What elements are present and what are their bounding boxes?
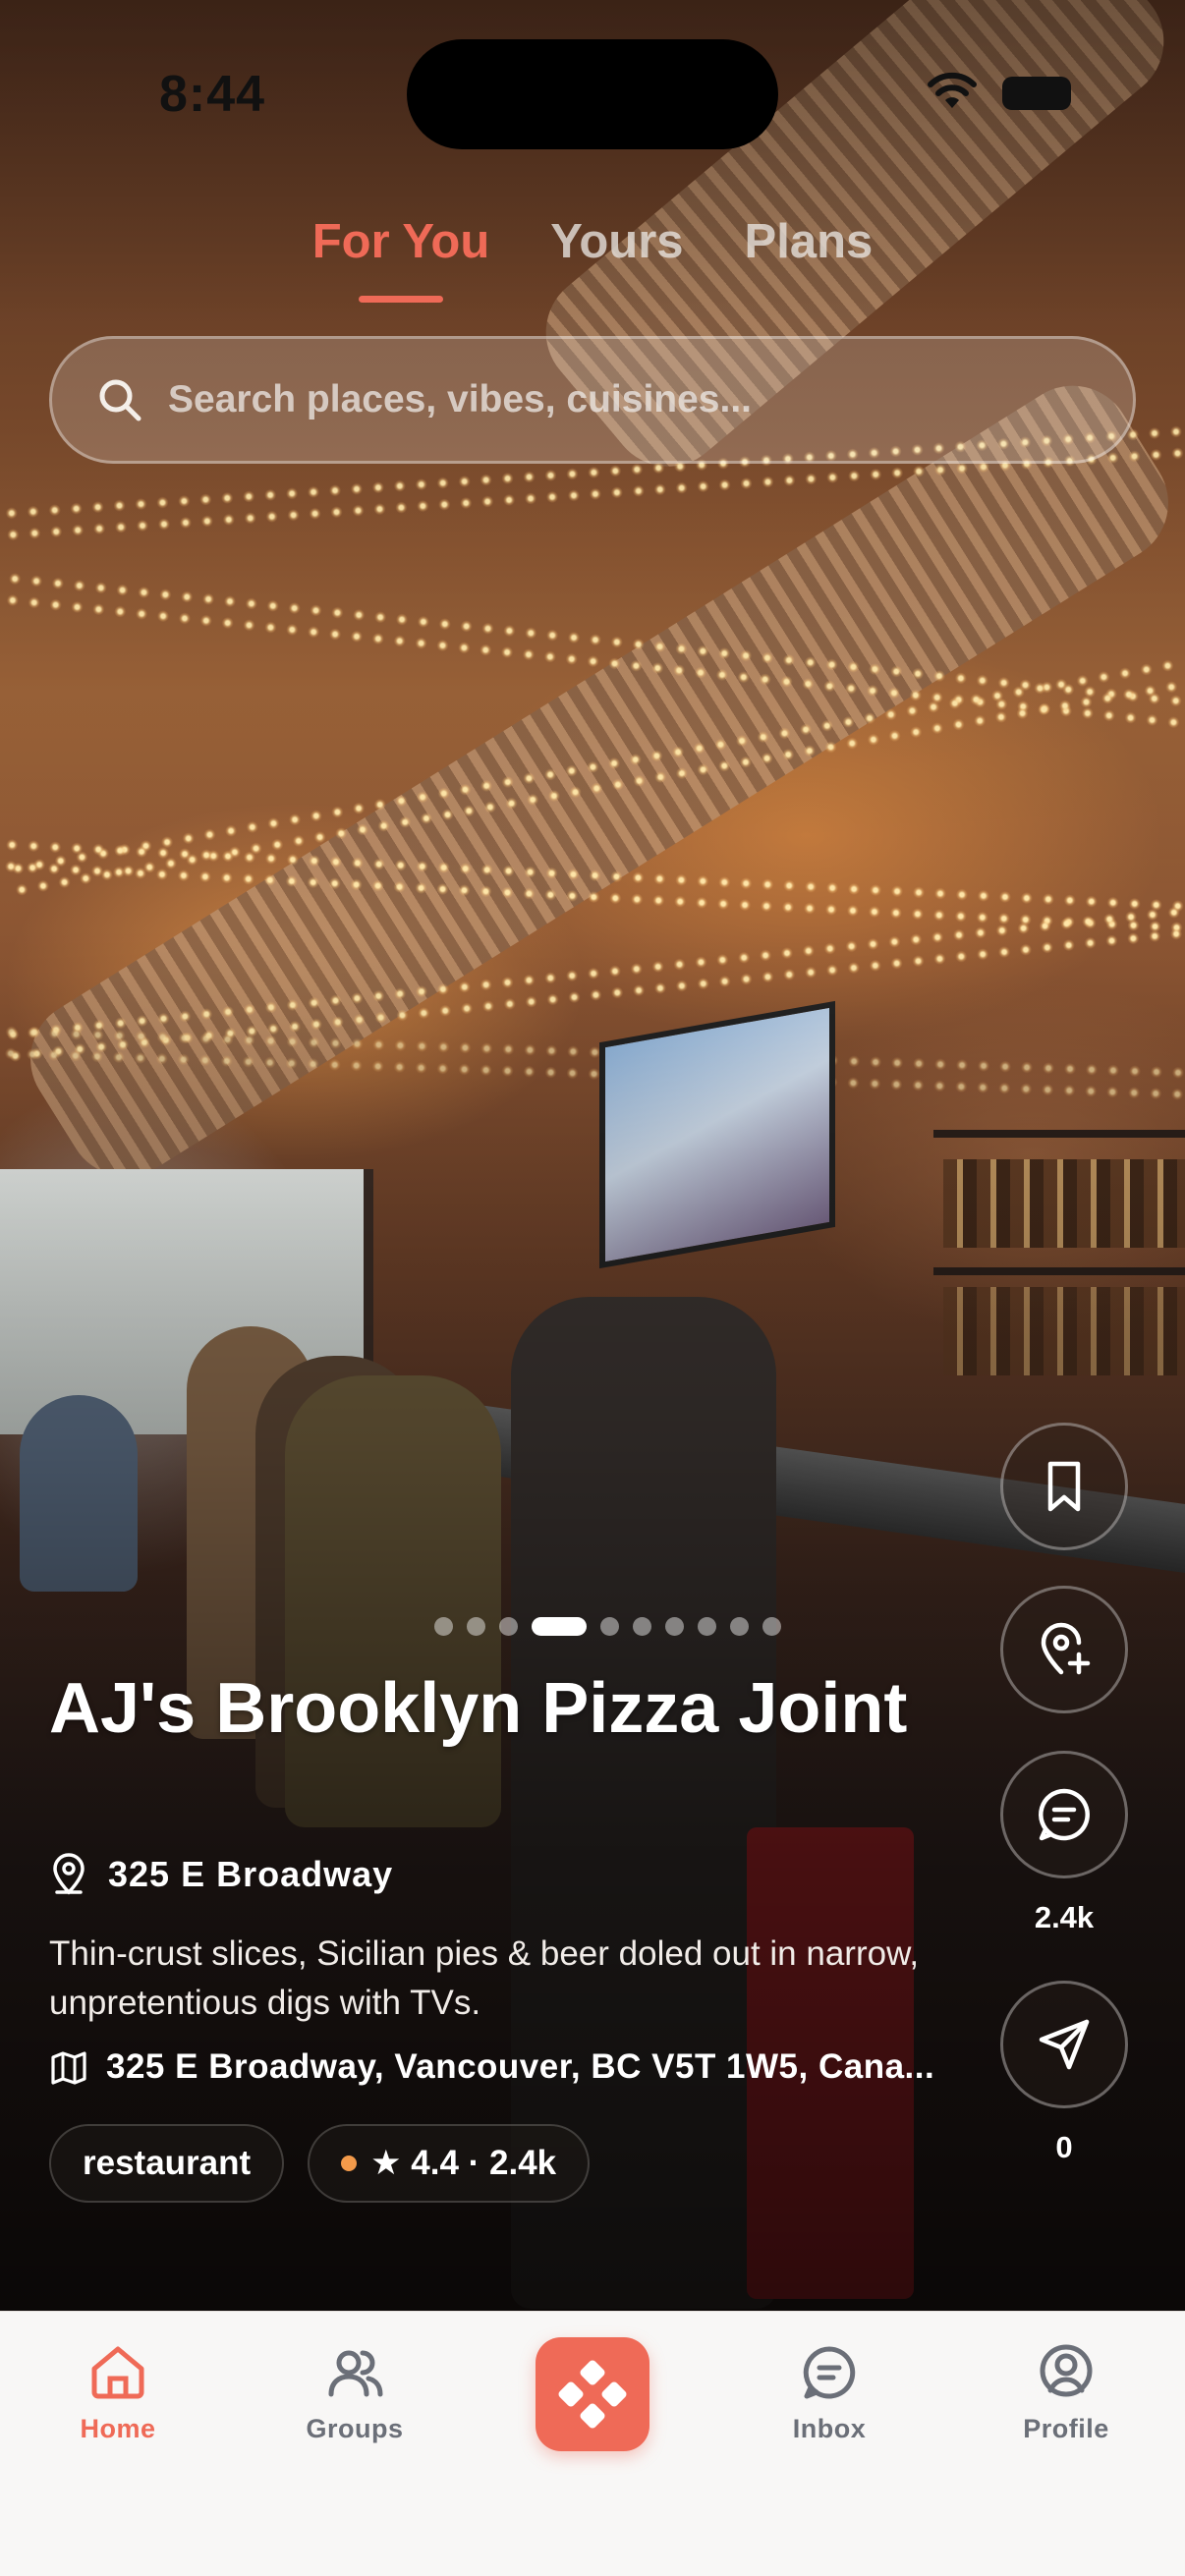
add-to-plan-button[interactable] <box>1000 1586 1128 1713</box>
carousel-dot[interactable] <box>633 1617 651 1636</box>
nav-profile-label: Profile <box>1023 2414 1109 2443</box>
rating-label: ★ 4.4 · 2.4k <box>370 2144 557 2182</box>
share-button[interactable] <box>1000 1981 1128 2108</box>
location-add-icon <box>1041 1622 1091 1675</box>
bottom-navigation: Home Groups Inbox Profile <box>0 2311 1185 2576</box>
nav-profile[interactable]: Profile <box>968 2341 1164 2444</box>
tab-for-you[interactable]: For You <box>312 214 490 269</box>
place-description: Thin-crust slices, Sicilian pies & beer … <box>49 1934 920 2022</box>
carousel-dot[interactable] <box>665 1617 684 1636</box>
nav-inbox-label: Inbox <box>792 2414 867 2443</box>
rating-chip[interactable]: ★ 4.4 · 2.4k <box>308 2124 591 2203</box>
place-name[interactable]: AJ's Brooklyn Pizza Joint <box>49 1670 933 1747</box>
tab-plans[interactable]: Plans <box>745 214 874 269</box>
bookmark-icon <box>1047 1461 1081 1512</box>
nav-groups-label: Groups <box>306 2414 404 2443</box>
app-logo-icon <box>558 2360 627 2429</box>
search-input[interactable] <box>168 378 1092 421</box>
battery-icon <box>1002 77 1071 110</box>
carousel-dot[interactable] <box>532 1617 587 1636</box>
location-pin-icon <box>53 1853 85 1895</box>
nav-home[interactable]: Home <box>20 2341 216 2444</box>
nav-groups[interactable]: Groups <box>256 2341 453 2444</box>
status-time: 8:44 <box>159 66 266 123</box>
search-icon <box>99 379 141 421</box>
wifi-icon <box>928 72 977 108</box>
full-address: 325 E Broadway, Vancouver, BC V5T 1W5, C… <box>106 2047 935 2086</box>
save-button[interactable] <box>1000 1423 1128 1550</box>
full-address-row[interactable]: 325 E Broadway, Vancouver, BC V5T 1W5, C… <box>49 2047 973 2087</box>
carousel-dot[interactable] <box>600 1617 619 1636</box>
place-tags: restaurant ★ 4.4 · 2.4k <box>49 2124 591 2203</box>
carousel-dot[interactable] <box>730 1617 749 1636</box>
home-icon <box>91 2346 144 2399</box>
shares-count: 0 <box>1055 2130 1073 2164</box>
send-icon <box>1039 2019 1090 2070</box>
feed-tabs: For You Yours Plans <box>0 214 1185 269</box>
tab-yours[interactable]: Yours <box>550 214 683 269</box>
profile-icon <box>1040 2344 1093 2397</box>
comment-icon <box>1039 1788 1090 1841</box>
carousel-dot[interactable] <box>434 1617 453 1636</box>
category-label: restaurant <box>83 2144 252 2182</box>
groups-icon <box>328 2350 383 2397</box>
nav-inbox[interactable]: Inbox <box>731 2341 928 2444</box>
carousel-dot[interactable] <box>467 1617 485 1636</box>
category-chip[interactable]: restaurant <box>49 2124 285 2203</box>
carousel-dot[interactable] <box>762 1617 781 1636</box>
comments-button[interactable] <box>1000 1751 1128 1878</box>
search-bar[interactable] <box>49 336 1136 464</box>
map-icon <box>51 2051 86 2085</box>
open-status-dot <box>341 2156 358 2171</box>
nav-home-label: Home <box>80 2414 156 2443</box>
create-button[interactable] <box>536 2337 649 2451</box>
carousel-dot[interactable] <box>698 1617 716 1636</box>
short-address-row: 325 E Broadway <box>49 1853 393 1896</box>
photo-carousel-indicator <box>434 1617 781 1636</box>
short-address: 325 E Broadway <box>108 1854 394 1894</box>
comments-count: 2.4k <box>1034 1900 1095 1934</box>
inbox-icon <box>803 2346 856 2399</box>
carousel-dot[interactable] <box>499 1617 518 1636</box>
dynamic-island <box>407 39 778 149</box>
